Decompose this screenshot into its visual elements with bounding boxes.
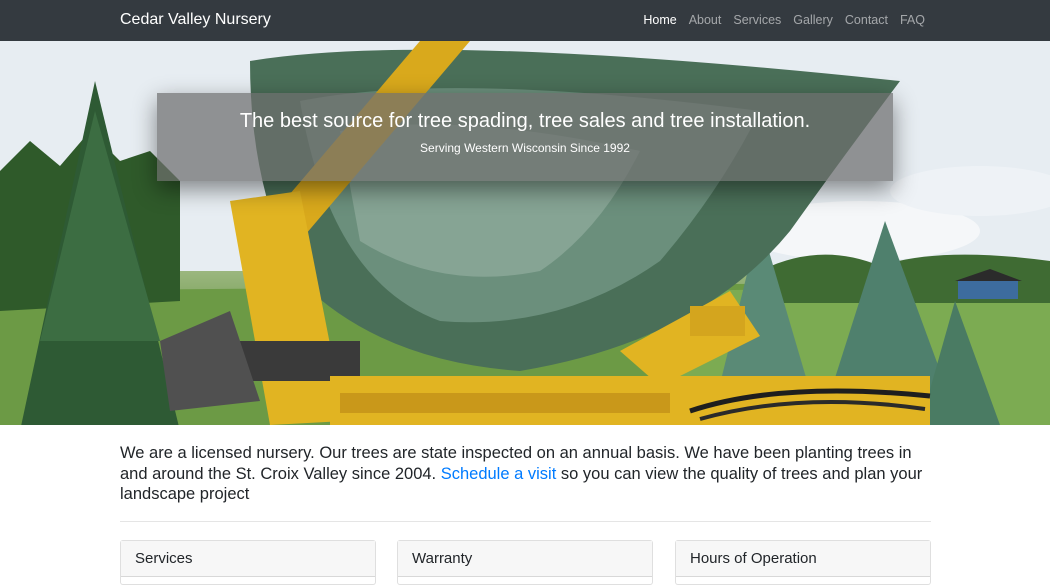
nav-links: Home About Services Gallery Contact FAQ <box>643 12 925 29</box>
schedule-visit-link[interactable]: Schedule a visit <box>441 465 557 483</box>
nav-about[interactable]: About <box>689 12 722 29</box>
navbar: Cedar Valley Nursery Home About Services… <box>0 0 1050 41</box>
nav-home[interactable]: Home <box>643 12 676 29</box>
nav-services[interactable]: Services <box>733 12 781 29</box>
hero-banner: The best source for tree spading, tree s… <box>0 41 1050 425</box>
warranty-card-header: Warranty <box>398 541 652 577</box>
brand-link[interactable]: Cedar Valley Nursery <box>120 10 271 30</box>
services-card: Services <box>120 540 376 585</box>
nav-faq[interactable]: FAQ <box>900 12 925 29</box>
section-divider <box>120 521 931 522</box>
services-card-header: Services <box>121 541 375 577</box>
nav-gallery[interactable]: Gallery <box>793 12 833 29</box>
intro-paragraph: We are a licensed nursery. Our trees are… <box>120 443 932 505</box>
hours-card: Hours of Operation <box>675 540 931 585</box>
warranty-card: Warranty <box>397 540 653 585</box>
hero-caption-box: The best source for tree spading, tree s… <box>157 93 893 181</box>
hours-card-header: Hours of Operation <box>676 541 930 577</box>
hero-subtitle: Serving Western Wisconsin Since 1992 <box>420 141 630 155</box>
nav-contact[interactable]: Contact <box>845 12 888 29</box>
hero-title: The best source for tree spading, tree s… <box>239 110 811 132</box>
